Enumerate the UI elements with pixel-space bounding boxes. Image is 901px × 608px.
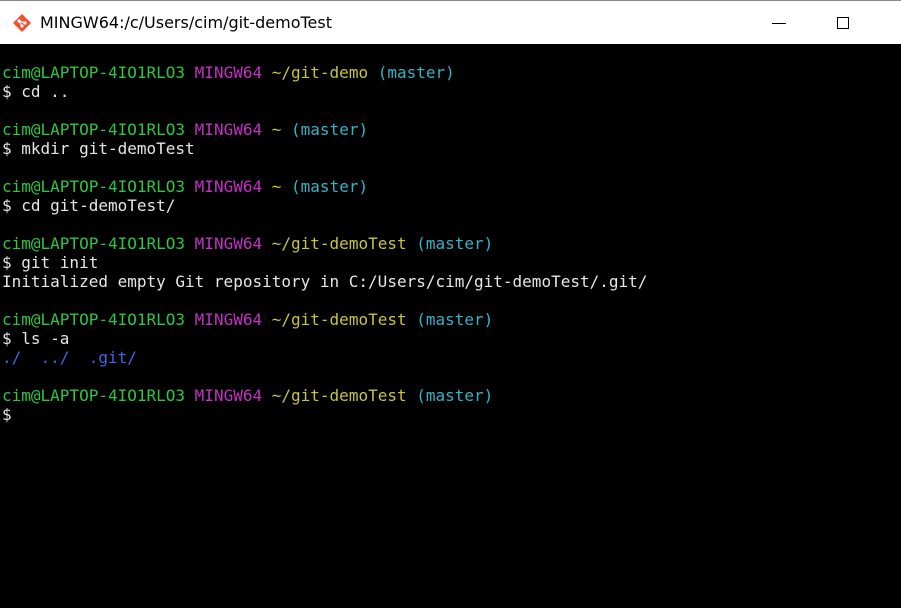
prompt-branch: (master) (291, 177, 369, 196)
prompt-branch: (master) (291, 120, 369, 139)
prompt-user: cim@LAPTOP-4IO1RLO3 (2, 63, 186, 82)
prompt-line: cim@LAPTOP-4IO1RLO3 MINGW64 ~/git-demoTe… (0, 386, 901, 405)
terminal-output[interactable]: cim@LAPTOP-4IO1RLO3 MINGW64 ~/git-demo (… (0, 44, 901, 608)
prompt-path: ~ (271, 120, 282, 139)
prompt-path: ~/git-demoTest (271, 310, 407, 329)
prompt-system: MINGW64 (194, 177, 263, 196)
prompt-system: MINGW64 (194, 386, 263, 405)
prompt-path: ~ (271, 177, 282, 196)
prompt-user: cim@LAPTOP-4IO1RLO3 (2, 234, 186, 253)
command-line: $ git init (2, 253, 99, 272)
maximize-button[interactable] (820, 1, 866, 45)
prompt-system: MINGW64 (194, 63, 263, 82)
git-diamond-icon (12, 13, 32, 33)
window-title: MINGW64:/c/Users/cim/git-demoTest (40, 13, 332, 32)
prompt-user: cim@LAPTOP-4IO1RLO3 (2, 386, 186, 405)
title-bar[interactable]: MINGW64:/c/Users/cim/git-demoTest (0, 0, 901, 44)
dir-entry-git: .git/ (88, 348, 137, 367)
command-line: $ cd git-demoTest/ (2, 196, 176, 215)
command-output: Initialized empty Git repository in C:/U… (2, 272, 648, 291)
command-line: $ cd .. (2, 82, 70, 101)
prompt-line: cim@LAPTOP-4IO1RLO3 MINGW64 ~/git-demo (… (0, 63, 901, 82)
dir-entry-parent: ../ (40, 348, 70, 367)
dir-entry-current: ./ (2, 348, 22, 367)
command-line: $ ls -a (2, 329, 70, 348)
prompt-line: cim@LAPTOP-4IO1RLO3 MINGW64 ~/git-demoTe… (0, 310, 901, 329)
prompt-path: ~/git-demoTest (271, 386, 407, 405)
minimize-icon (772, 22, 786, 24)
prompt-user: cim@LAPTOP-4IO1RLO3 (2, 120, 186, 139)
prompt-user: cim@LAPTOP-4IO1RLO3 (2, 310, 186, 329)
minimize-button[interactable] (756, 1, 802, 45)
prompt-system: MINGW64 (194, 120, 263, 139)
directory-listing: ./ ../ .git/ (0, 348, 901, 367)
prompt-line: cim@LAPTOP-4IO1RLO3 MINGW64 ~/git-demoTe… (0, 234, 901, 253)
command-line: $ mkdir git-demoTest (2, 139, 195, 158)
prompt-branch: (master) (377, 63, 455, 82)
prompt-path: ~/git-demo (271, 63, 369, 82)
prompt-user: cim@LAPTOP-4IO1RLO3 (2, 177, 186, 196)
prompt-line: cim@LAPTOP-4IO1RLO3 MINGW64 ~ (master) (0, 177, 901, 196)
prompt-branch: (master) (416, 310, 494, 329)
prompt-system: MINGW64 (194, 234, 263, 253)
prompt-branch: (master) (416, 386, 494, 405)
maximize-icon (837, 17, 849, 29)
prompt-system: MINGW64 (194, 310, 263, 329)
active-prompt[interactable]: $ (0, 405, 901, 424)
terminal-window: MINGW64:/c/Users/cim/git-demoTest cim@LA… (0, 0, 901, 608)
prompt-line: cim@LAPTOP-4IO1RLO3 MINGW64 ~ (master) (0, 120, 901, 139)
prompt-branch: (master) (416, 234, 494, 253)
prompt-path: ~/git-demoTest (271, 234, 407, 253)
